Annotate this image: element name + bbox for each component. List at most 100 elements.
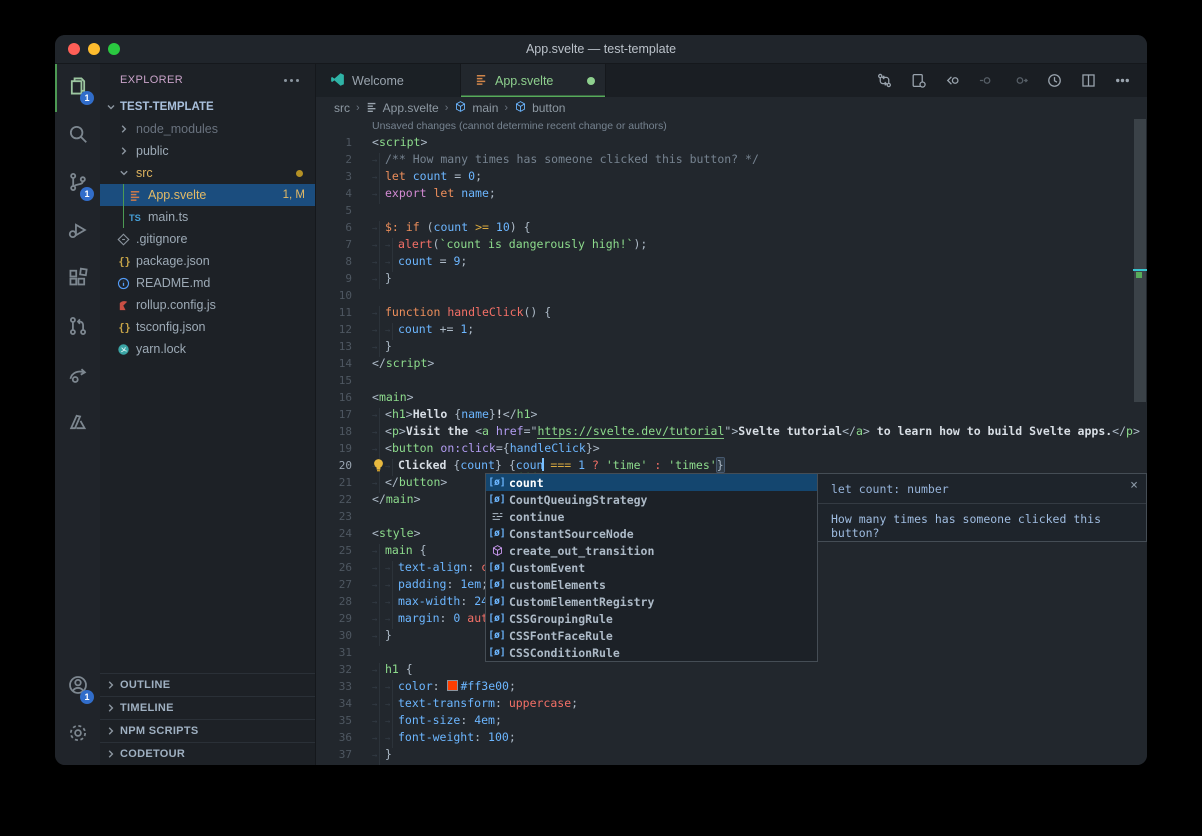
file-tree-item[interactable]: TSmain.ts [100,206,315,228]
open-changes-icon[interactable] [910,72,927,89]
code-lines: 1<script>2→/** How many times has someon… [316,134,1147,763]
more-actions-icon[interactable] [1114,72,1131,89]
suggestion-item[interactable]: [ø]CSSGroupingRule [486,610,817,627]
overview-ruler-modified-marker [1136,272,1142,278]
suggestion-item[interactable]: [ø]CustomEvent [486,559,817,576]
file-tree-item[interactable]: src [100,162,315,184]
previous-change-icon[interactable] [944,72,961,89]
compare-changes-icon[interactable] [876,72,893,89]
code-line: 16<main> [316,389,1147,406]
folder-modified-dot [296,170,303,177]
suggestion-label: CustomEvent [509,561,585,575]
activity-github-pr[interactable] [55,304,100,352]
suggestion-description: How many times has someone clicked this … [818,504,1146,548]
activity-bar: 1 1 [55,64,100,765]
file-name: tsconfig.json [136,320,315,334]
breadcrumb-src[interactable]: src [334,101,350,115]
sidebar-section-outline[interactable]: OUTLINE [100,673,315,696]
active-indent-guide [123,184,124,206]
suggestion-item[interactable]: [ø]count [486,474,817,491]
project-root-row[interactable]: TEST-TEMPLATE [100,96,315,118]
symbol-cube-icon [514,100,527,116]
previous-change-disabled-icon[interactable] [978,72,995,89]
file-name: node_modules [136,122,315,136]
activity-azure[interactable] [55,400,100,448]
file-name: src [136,166,296,180]
line-number: 13 [316,338,352,355]
tab-app-svelte[interactable]: App.svelte [461,64,606,97]
live-share-icon [67,363,89,390]
line-number: 12 [316,321,352,338]
file-tree-item[interactable]: {} tsconfig.json [100,316,315,338]
vscode-window: App.svelte — test-template 1 1 [55,35,1147,765]
code-line: 4→export let name; [316,185,1147,202]
file-tree-item[interactable]: README.md [100,272,315,294]
file-tree-item[interactable]: .gitignore [100,228,315,250]
editor-scrollbar[interactable] [1133,119,1147,765]
search-icon [67,123,89,150]
activity-source-control[interactable]: 1 [55,160,100,208]
close-window-button[interactable] [68,43,80,55]
line-number: 30 [316,627,352,644]
breadcrumb-app-svelte[interactable]: App.svelte [366,101,439,116]
code-line: 36→→font-weight: 100; [316,729,1147,746]
code-editor[interactable]: Unsaved changes (cannot determine recent… [316,119,1147,765]
chevron-right-icon [104,701,118,715]
code-line: 9→} [316,270,1147,287]
minimize-window-button[interactable] [88,43,100,55]
activity-run-debug[interactable] [55,208,100,256]
suggestion-item[interactable]: [ø]CSSFontFaceRule [486,627,817,644]
breadcrumb-main[interactable]: main [454,100,498,116]
close-icon[interactable]: × [1130,478,1138,493]
file-tree-item[interactable]: App.svelte1, M [100,184,315,206]
file-tree-item[interactable]: public [100,140,315,162]
chevron-down-icon [116,166,131,181]
timeline-clock-icon[interactable] [1046,72,1063,89]
sidebar-section-npm-scripts[interactable]: NPM SCRIPTS [100,719,315,742]
extensions-icon [67,267,89,294]
lightbulb-icon[interactable] [372,458,385,477]
activity-live-share[interactable] [55,352,100,400]
activity-search[interactable] [55,112,100,160]
line-number: 19 [316,440,352,457]
suggestion-item[interactable]: create_out_transition [486,542,817,559]
tab-welcome[interactable]: Welcome [316,64,461,97]
suggestion-item[interactable]: [ø]ConstantSourceNode [486,525,817,542]
braces-file-icon: {} [116,320,131,335]
file-name: main.ts [148,210,315,224]
file-tree-item[interactable]: rollup.config.js [100,294,315,316]
suggestion-label: CSSFontFaceRule [509,629,613,643]
file-tree-item[interactable]: yarn.lock [100,338,315,360]
suggestion-item[interactable]: [ø]CSSConditionRule [486,644,817,661]
file-tree-item[interactable]: node_modules [100,118,315,140]
suggestion-item[interactable]: [ø]customElements [486,576,817,593]
zoom-window-button[interactable] [108,43,120,55]
activity-extensions[interactable] [55,256,100,304]
file-tree-item[interactable]: {}package.json [100,250,315,272]
line-number: 23 [316,508,352,525]
line-number: 3 [316,168,352,185]
activity-explorer[interactable]: 1 [55,64,100,112]
split-editor-icon[interactable] [1080,72,1097,89]
sidebar-section-timeline[interactable]: TIMELINE [100,696,315,719]
suggestion-item[interactable]: [ø]CountQueuingStrategy [486,491,817,508]
next-change-disabled-icon[interactable] [1012,72,1029,89]
suggestion-item[interactable]: continue [486,508,817,525]
symbol-variable-icon: [ø] [488,579,505,590]
suggestion-item[interactable]: [ø]CustomElementRegistry [486,593,817,610]
info-file-icon [116,276,131,291]
yarn-file-icon [116,342,131,357]
more-actions-icon[interactable] [282,75,301,86]
breadcrumb-button[interactable]: button [514,100,565,116]
settings-button[interactable] [55,711,100,759]
window-title: App.svelte — test-template [526,42,676,56]
line-number: 4 [316,185,352,202]
sidebar-section-codetour[interactable]: CODETOUR [100,742,315,765]
project-root-label: TEST-TEMPLATE [120,101,214,113]
chevron-right-icon [104,678,118,692]
code-line: 12→→count += 1; [316,321,1147,338]
accounts-button[interactable]: 1 [55,663,100,711]
line-number: 37 [316,746,352,763]
scrollbar-thumb[interactable] [1134,119,1146,402]
suggestion-label: CSSGroupingRule [509,612,613,626]
